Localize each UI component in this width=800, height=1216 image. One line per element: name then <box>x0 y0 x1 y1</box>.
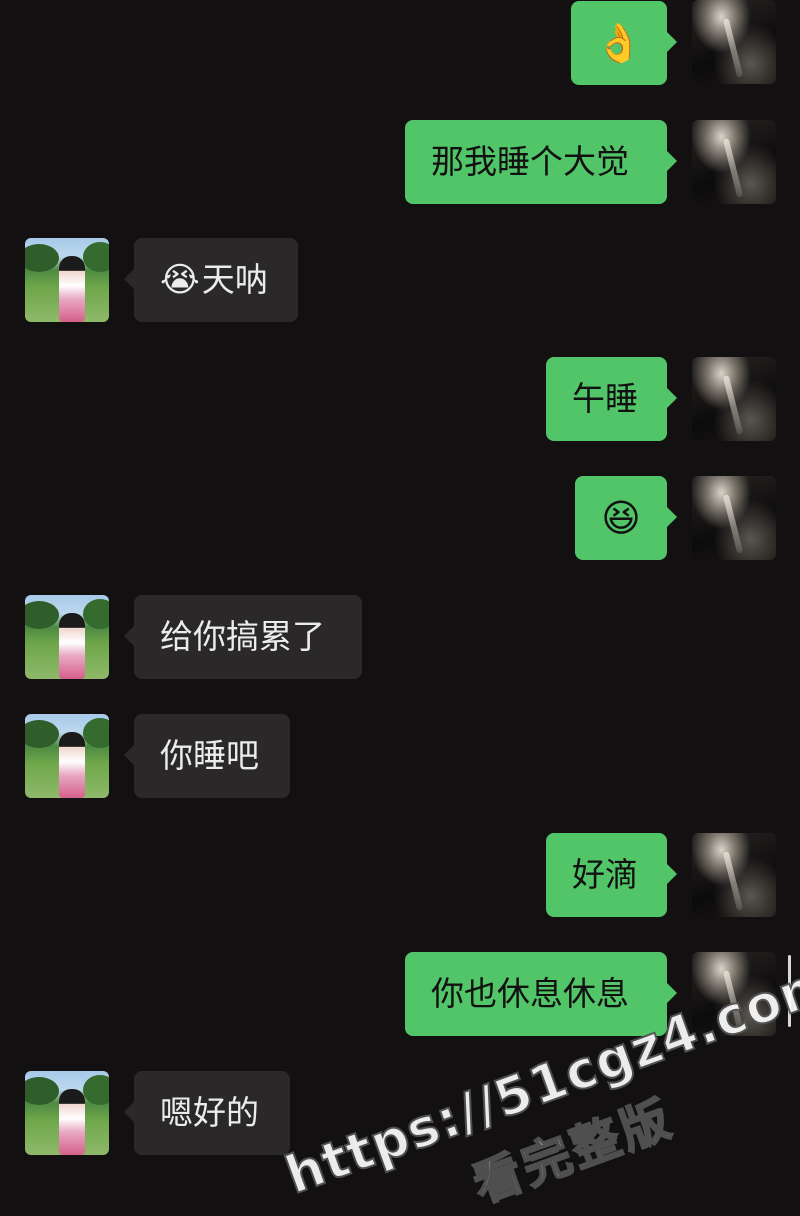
message-text: 你睡吧 <box>160 736 259 775</box>
avatar-self[interactable] <box>692 952 776 1036</box>
message-text: 那我睡个大觉 <box>431 142 629 181</box>
message-text: 你也休息休息 <box>431 974 629 1013</box>
avatar-self[interactable] <box>692 120 776 204</box>
message-text: 午睡 <box>572 379 638 418</box>
avatar-self[interactable] <box>692 357 776 441</box>
avatar-other[interactable] <box>25 714 109 798</box>
avatar-other[interactable] <box>25 1071 109 1155</box>
message-text: 天呐 <box>201 260 268 299</box>
avatar-self[interactable] <box>692 833 776 917</box>
message-text: 给你搞累了 <box>160 617 325 656</box>
avatar-self[interactable] <box>692 0 776 84</box>
message-bubble-self[interactable]: 你也休息休息 <box>405 952 677 1036</box>
message-bubble-other[interactable]: 你睡吧 <box>124 714 290 798</box>
watermark-subtitle: 看完整版 <box>465 1089 682 1215</box>
scrollbar[interactable] <box>788 955 791 1027</box>
avatar-other[interactable] <box>25 238 109 322</box>
avatar-self[interactable] <box>692 476 776 560</box>
message-bubble-self[interactable]: 😆 <box>575 476 677 560</box>
message-bubble-self[interactable]: 那我睡个大觉 <box>405 120 677 204</box>
message-bubble-self[interactable]: 午睡 <box>546 357 677 441</box>
message-bubble-other[interactable]: 给你搞累了 <box>124 595 362 679</box>
ok-hand-emoji: 👌 <box>595 21 643 65</box>
message-bubble-self[interactable]: 好滴 <box>546 833 677 917</box>
message-bubble-self[interactable]: 👌 <box>571 1 677 85</box>
crying-face-emoji: 😭 <box>160 260 200 300</box>
avatar-other[interactable] <box>25 595 109 679</box>
laughing-face-emoji: 😆 <box>601 496 641 540</box>
message-text: 好滴 <box>572 855 638 894</box>
message-text: 嗯好的 <box>160 1093 259 1132</box>
message-bubble-other[interactable]: 😭 天呐 <box>124 238 298 322</box>
message-bubble-other[interactable]: 嗯好的 <box>124 1071 290 1155</box>
